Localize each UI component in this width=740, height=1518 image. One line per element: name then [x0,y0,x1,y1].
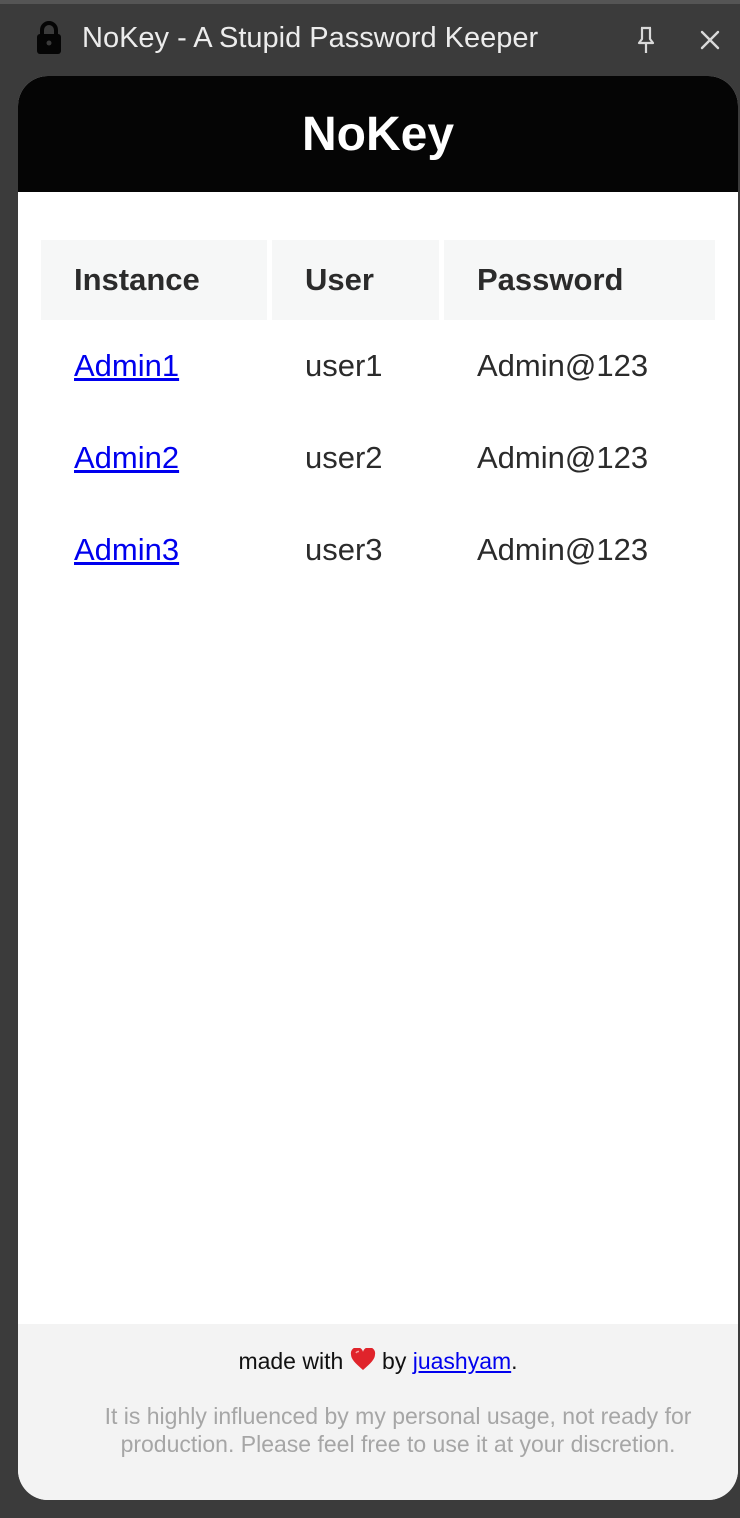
made-with-text: made with [238,1348,344,1374]
heart-icon [350,1348,375,1370]
password-cell: Admin@123 [477,440,649,475]
user-cell: user1 [305,348,383,383]
instance-link[interactable]: Admin3 [74,532,179,567]
made-with-line: made with by juashyam. [18,1348,738,1375]
password-cell: Admin@123 [477,532,649,567]
app-window: NoKey - A Stupid Password Keeper NoKey I… [0,0,740,1518]
header-user: User [272,240,444,320]
credentials-table: Instance User Password Admin1 user1 Admi… [41,240,715,596]
table-row: Admin3 user3 Admin@123 [41,504,715,596]
app-title: NoKey [301,107,455,161]
header-instance: Instance [41,240,272,320]
password-cell: Admin@123 [477,348,649,383]
disclaimer-text: It is highly influenced by my personal u… [104,1403,692,1457]
credentials-table-container: Instance User Password Admin1 user1 Admi… [41,240,715,596]
user-cell: user3 [305,532,383,567]
instance-link[interactable]: Admin2 [74,440,179,475]
footer: made with by juashyam. It is highly infl… [18,1324,738,1500]
instance-link[interactable]: Admin1 [74,348,179,383]
window-title: NoKey - A Stupid Password Keeper [82,22,539,54]
app-panel: NoKey Instance User Password Admin1 user… [18,76,738,1500]
period-text: . [511,1348,518,1374]
table-row: Admin1 user1 Admin@123 [41,320,715,412]
app-header: NoKey [18,76,738,192]
instance-cell: Admin1 [41,320,272,412]
close-icon[interactable] [694,24,726,56]
header-password: Password [444,240,715,320]
by-text: by [382,1348,407,1374]
user-cell: user2 [305,440,383,475]
instance-cell: Admin2 [41,412,272,504]
instance-cell: Admin3 [41,504,272,596]
title-bar: NoKey - A Stupid Password Keeper [0,0,740,72]
table-header-row: Instance User Password [41,240,715,320]
lock-icon [37,21,61,54]
pin-icon[interactable] [630,24,662,56]
table-row: Admin2 user2 Admin@123 [41,412,715,504]
author-link[interactable]: juashyam [413,1348,511,1374]
